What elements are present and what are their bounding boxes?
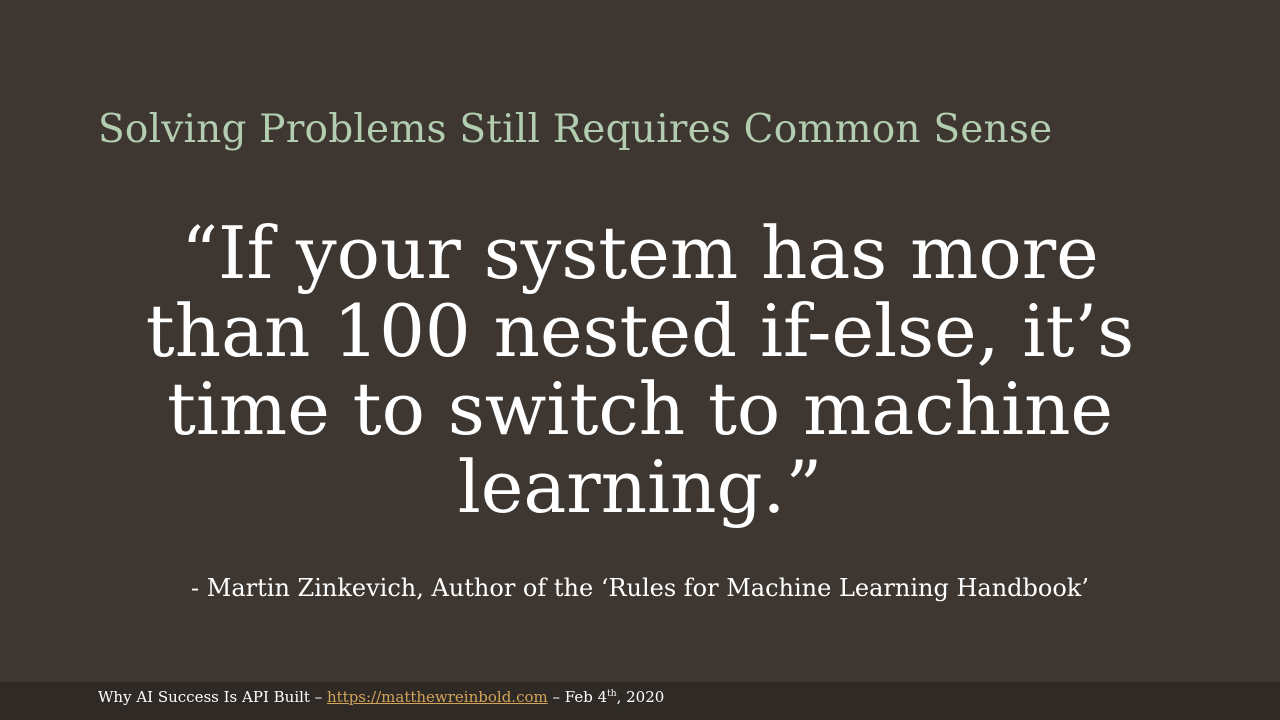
footer-date-ordinal: th [607,689,617,699]
footer-date-year: , 2020 [616,688,665,706]
quote-attribution: - Martin Zinkevich, Author of the ‘Rules… [191,574,1089,602]
footer-website-link[interactable]: https://matthewreinbold.com [327,688,548,706]
footer-title: Why AI Success Is API Built – [98,688,327,706]
slide-title: Solving Problems Still Requires Common S… [98,107,1053,152]
quote-text: “If your system has more than 100 nested… [145,211,1135,529]
presentation-slide: Solving Problems Still Requires Common S… [0,0,1280,720]
footer-date-prefix: – Feb 4 [547,688,608,706]
footer: Why AI Success Is API Built – https://ma… [98,687,664,707]
